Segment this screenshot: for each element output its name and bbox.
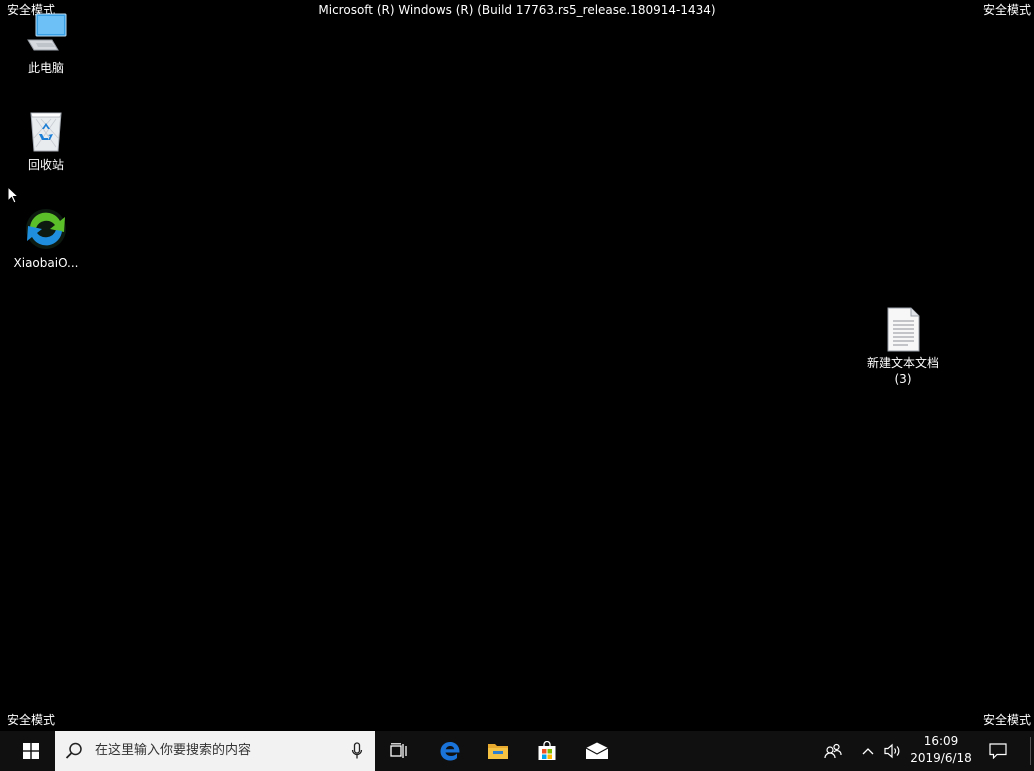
desktop-icon-label: 此电脑 xyxy=(27,61,64,75)
clock-time: 16:09 xyxy=(923,734,959,748)
desktop-icon-label: XiaobaiO... xyxy=(13,256,79,270)
show-desktop-button[interactable] xyxy=(1030,737,1031,765)
clock[interactable]: 16:09 2019/6/18 xyxy=(905,733,977,767)
speaker-icon xyxy=(884,743,900,759)
search-box[interactable]: 在这里输入你要搜索的内容 xyxy=(55,731,375,771)
this-pc-icon xyxy=(22,10,70,58)
safe-mode-label-bottom-right: 安全模式 xyxy=(982,713,1031,727)
safe-mode-label-bottom-left: 安全模式 xyxy=(7,713,56,727)
file-explorer-icon xyxy=(488,744,508,759)
search-icon xyxy=(65,742,82,759)
task-view-button[interactable] xyxy=(375,731,423,771)
task-view-icon xyxy=(390,743,407,758)
desktop-icon-recycle-bin[interactable]: 回收站 xyxy=(6,107,86,173)
taskbar: 在这里输入你要搜索的内容 16:09 2019/6/18 xyxy=(0,731,1034,771)
mail-button[interactable] xyxy=(573,731,621,771)
notification-icon xyxy=(989,743,1007,759)
people-icon xyxy=(824,743,842,759)
recycle-bin-icon xyxy=(22,107,70,155)
desktop-icon-text-document[interactable]: 新建文本文档 (3) xyxy=(863,305,943,387)
desktop-icon-label-line2: (3) xyxy=(894,372,912,386)
store-icon xyxy=(538,741,556,760)
mail-icon xyxy=(585,742,609,759)
text-document-icon xyxy=(879,305,927,353)
xiaobai-app-icon xyxy=(22,205,70,253)
search-placeholder: 在这里输入你要搜索的内容 xyxy=(95,743,252,758)
desktop-icon-xiaobai[interactable]: XiaobaiO... xyxy=(6,205,86,271)
edge-button[interactable] xyxy=(426,731,474,771)
microphone-icon[interactable] xyxy=(351,742,363,760)
clock-date: 2019/6/18 xyxy=(910,751,972,765)
store-button[interactable] xyxy=(523,731,571,771)
desktop-icon-label: 新建文本文档 xyxy=(866,356,939,370)
file-explorer-button[interactable] xyxy=(474,731,522,771)
edge-icon xyxy=(440,742,460,761)
volume-button[interactable] xyxy=(880,731,906,771)
windows-logo-icon xyxy=(23,743,39,759)
mouse-cursor-icon xyxy=(7,185,20,209)
chevron-up-icon xyxy=(862,748,874,755)
desktop-icon-this-pc[interactable]: 此电脑 xyxy=(6,10,86,76)
action-center-button[interactable] xyxy=(982,731,1014,771)
start-button[interactable] xyxy=(7,731,55,771)
build-string: Microsoft (R) Windows (R) (Build 17763.r… xyxy=(318,3,716,17)
people-button[interactable] xyxy=(820,731,846,771)
desktop-icon-label: 回收站 xyxy=(27,158,64,172)
show-hidden-icons-button[interactable] xyxy=(857,731,879,771)
